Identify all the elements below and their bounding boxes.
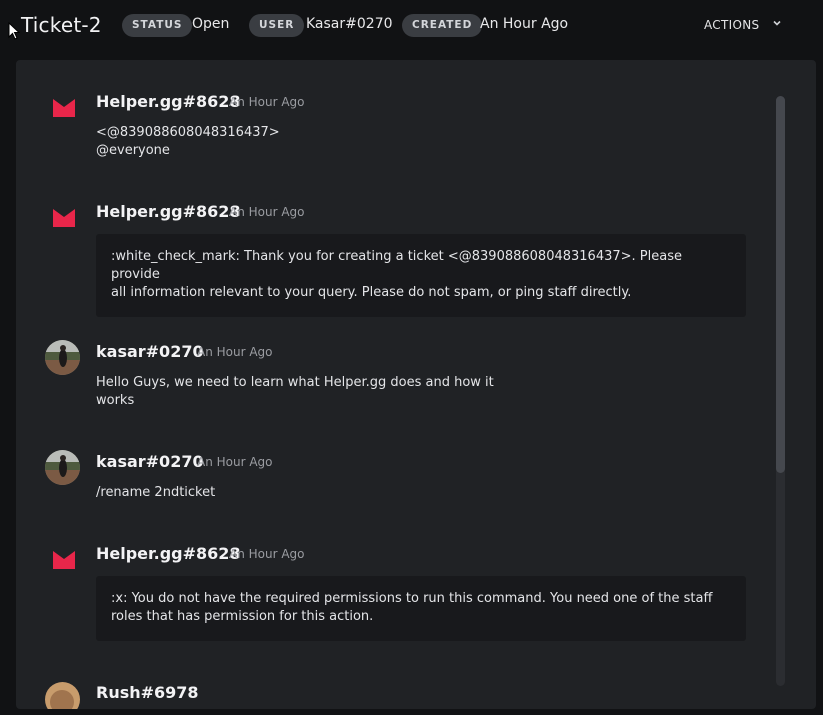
user-badge: USER xyxy=(249,14,305,37)
embed-line: roles that has permission for this actio… xyxy=(111,609,374,624)
message-timestamp: An Hour Ago xyxy=(197,345,273,359)
message-timestamp: An Hour Ago xyxy=(229,205,305,219)
user-photo-avatar[interactable] xyxy=(45,450,80,485)
message-timestamp: An Hour Ago xyxy=(229,95,305,109)
chevron-down-icon[interactable] xyxy=(770,16,784,30)
embed-line: :white_check_mark: Thank you for creatin… xyxy=(111,249,682,282)
message-embed: :x: You do not have the required permiss… xyxy=(96,576,746,641)
message-text: Hello Guys, we need to learn what Helper… xyxy=(96,374,494,410)
status-badge: STATUS xyxy=(122,14,193,37)
user-value: Kasar#0270 xyxy=(306,16,393,32)
embed-line: all information relevant to your query. … xyxy=(111,285,632,300)
message-author[interactable]: Helper.gg#8628 xyxy=(96,92,241,111)
mouse-cursor-icon xyxy=(8,22,20,40)
user-photo-avatar[interactable] xyxy=(45,340,80,375)
helper-logo-icon xyxy=(53,99,75,117)
message-text: <@839088608048316437> @everyone xyxy=(96,124,280,160)
actions-dropdown[interactable]: ACTIONS xyxy=(704,18,759,32)
message-embed: :white_check_mark: Thank you for creatin… xyxy=(96,234,746,317)
status-value: Open xyxy=(192,16,230,32)
message-line: @everyone xyxy=(96,143,170,158)
helper-logo-icon xyxy=(53,551,75,569)
message-author[interactable]: kasar#0270 xyxy=(96,342,204,361)
message-timestamp: An Hour Ago xyxy=(229,547,305,561)
helper-logo-icon xyxy=(53,209,75,227)
ticket-transcript-panel: Helper.gg#8628 An Hour Ago <@83908860804… xyxy=(16,60,816,709)
page-title: Ticket-2 xyxy=(21,13,102,37)
message-author[interactable]: kasar#0270 xyxy=(96,452,204,471)
message-text: /rename 2ndticket xyxy=(96,484,215,502)
ticket-header: Ticket-2 STATUS Open USER Kasar#0270 CRE… xyxy=(0,0,823,52)
message-author[interactable]: Helper.gg#8628 xyxy=(96,202,241,221)
message-line: <@839088608048316437> xyxy=(96,125,280,140)
message-line: /rename 2ndticket xyxy=(96,485,216,500)
message-author[interactable]: Helper.gg#8628 xyxy=(96,544,241,563)
message-line: works xyxy=(96,393,135,408)
user-photo-avatar[interactable] xyxy=(45,682,80,709)
created-value: An Hour Ago xyxy=(480,16,569,32)
message-timestamp: An Hour Ago xyxy=(197,455,273,469)
created-badge: CREATED xyxy=(402,14,483,37)
message-author[interactable]: Rush#6978 xyxy=(96,683,199,702)
message-line: Hello Guys, we need to learn what Helper… xyxy=(96,375,494,390)
scrollbar-thumb[interactable] xyxy=(776,96,785,473)
embed-line: :x: You do not have the required permiss… xyxy=(111,591,713,606)
